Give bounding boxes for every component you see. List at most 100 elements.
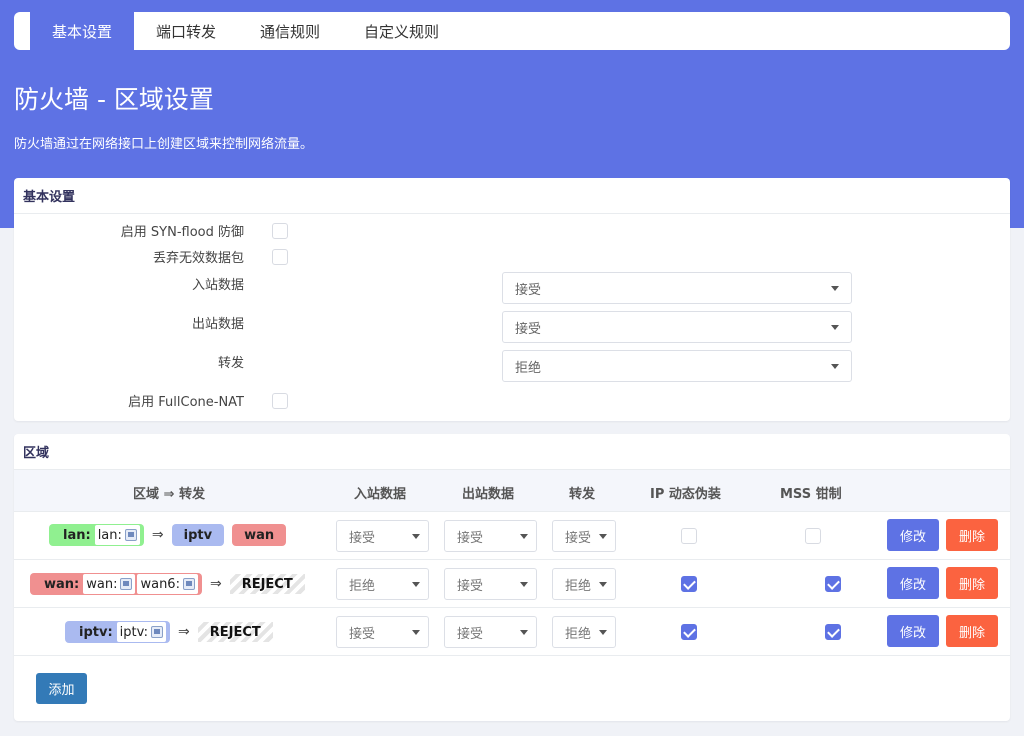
zones-header: 区域 [14, 434, 1010, 470]
delete-button[interactable]: 删除 [946, 567, 998, 599]
tab-basic-settings[interactable]: 基本设置 [30, 12, 135, 50]
drop-invalid-label: 丢弃无效数据包 [152, 251, 244, 266]
network-port-icon [120, 578, 133, 590]
zone-input-select[interactable]: 拒绝 [336, 568, 429, 600]
output-policy-select[interactable]: 接受 [502, 311, 852, 343]
col-mss-clamping: MSS 钳制 [780, 487, 842, 502]
zone-forward-select[interactable]: 接受 [552, 520, 616, 552]
col-masquerade: IP 动态伪装 [650, 487, 721, 502]
select-value: 接受 [457, 626, 484, 642]
fullcone-label: 启用 FullCone-NAT [128, 395, 244, 410]
zone-input-select[interactable]: 接受 [336, 616, 429, 648]
output-policy-row: 出站数据 接受 [14, 311, 1010, 343]
zone-output-select[interactable]: 接受 [444, 520, 537, 552]
chevron-down-icon [412, 582, 420, 587]
col-output: 出站数据 [462, 487, 515, 502]
edit-button[interactable]: 修改 [887, 615, 939, 647]
syn-flood-label: 启用 SYN-flood 防御 [120, 225, 244, 240]
chevron-down-icon [412, 630, 420, 635]
device-label: lan: [97, 527, 122, 543]
select-value: 接受 [565, 530, 592, 546]
select-value: 接受 [349, 626, 376, 642]
zone-name: lan: [63, 527, 91, 543]
network-port-icon [182, 578, 195, 590]
forward-arrow-icon: ⇒ [209, 576, 222, 592]
forward-policy-value: 拒绝 [515, 360, 542, 376]
forward-policy-select[interactable]: 拒绝 [502, 350, 852, 382]
drop-invalid-checkbox[interactable] [272, 248, 288, 265]
input-policy-select[interactable]: 接受 [502, 272, 852, 304]
input-policy-value: 接受 [515, 282, 542, 298]
masquerade-checkbox[interactable] [681, 528, 697, 544]
col-zone-forward: 区域 ⇒ 转发 [133, 487, 205, 502]
mss-clamping-checkbox[interactable] [825, 624, 842, 640]
forward-policy-label: 转发 [217, 356, 244, 371]
zone-name: iptv: [79, 624, 113, 640]
table-row: wan: wan: wan6: ⇒ REJECT 拒绝 接受 拒绝 修改 删除 [14, 560, 1010, 608]
tab-custom-rules[interactable]: 自定义规则 [342, 12, 461, 50]
table-row: lan: lan: ⇒ iptv wan 接受 接受 接受 修改 删除 [14, 512, 1010, 560]
zone-output-select[interactable]: 接受 [444, 616, 537, 648]
fullcone-checkbox[interactable] [272, 392, 288, 409]
page-description: 防火墙通过在网络接口上创建区域来控制网络流量。 [14, 137, 314, 152]
output-policy-value: 接受 [515, 321, 542, 337]
select-value: 拒绝 [349, 578, 376, 594]
zone-tag-lan: lan: lan: [49, 524, 144, 546]
zone-forward-cell: lan: lan: ⇒ iptv wan [49, 524, 287, 546]
zone-name: wan: [44, 576, 80, 592]
select-value: 拒绝 [565, 578, 592, 594]
chevron-down-icon [599, 582, 607, 587]
reject-badge: REJECT [229, 574, 305, 594]
select-value: 接受 [457, 578, 484, 594]
network-port-icon [124, 529, 137, 541]
mss-clamping-checkbox[interactable] [825, 576, 842, 592]
edit-button[interactable]: 修改 [887, 567, 939, 599]
col-input: 入站数据 [354, 487, 407, 502]
forward-arrow-icon: ⇒ [177, 624, 190, 640]
input-policy-label: 入站数据 [191, 278, 244, 293]
zone-device: wan: [83, 574, 136, 594]
device-label: wan6: [140, 576, 180, 592]
edit-button[interactable]: 修改 [887, 519, 939, 551]
mss-clamping-checkbox[interactable] [805, 528, 821, 544]
delete-button[interactable]: 删除 [946, 615, 998, 647]
chevron-down-icon [831, 325, 839, 330]
zones-card: 区域 区域 ⇒ 转发 入站数据 出站数据 转发 IP 动态伪装 MSS 钳制 l… [14, 434, 1010, 721]
dest-tag-wan: wan [232, 524, 287, 546]
masquerade-checkbox[interactable] [681, 576, 697, 592]
zone-device: lan: [94, 525, 140, 545]
zone-forward-select[interactable]: 拒绝 [552, 616, 616, 648]
zone-forward-select[interactable]: 拒绝 [552, 568, 616, 600]
input-policy-row: 入站数据 接受 [14, 272, 1010, 304]
delete-button[interactable]: 删除 [946, 519, 998, 551]
add-zone-button[interactable]: 添加 [36, 673, 87, 704]
tab-traffic-rules[interactable]: 通信规则 [238, 12, 342, 50]
device-label: iptv: [119, 624, 148, 640]
select-value: 接受 [349, 530, 376, 546]
chevron-down-icon [520, 582, 528, 587]
zone-output-select[interactable]: 接受 [444, 568, 537, 600]
masquerade-checkbox[interactable] [681, 624, 697, 640]
zone-forward-cell: iptv: iptv: ⇒ REJECT [65, 621, 273, 643]
zone-device: wan6: [137, 574, 198, 594]
zones-table-header: 区域 ⇒ 转发 入站数据 出站数据 转发 IP 动态伪装 MSS 钳制 [14, 470, 1010, 512]
chevron-down-icon [599, 630, 607, 635]
zone-input-select[interactable]: 接受 [336, 520, 429, 552]
device-label: wan: [86, 576, 118, 592]
zone-device: iptv: [116, 622, 166, 642]
tab-port-forward[interactable]: 端口转发 [134, 12, 238, 50]
zone-tag-wan: wan: wan: wan6: [30, 573, 202, 595]
table-row: iptv: iptv: ⇒ REJECT 接受 接受 拒绝 修改 删除 [14, 608, 1010, 656]
select-value: 拒绝 [565, 626, 592, 642]
basic-settings-card: 基本设置 启用 SYN-flood 防御 丢弃无效数据包 入站数据 接受 出站数… [14, 178, 1010, 421]
forward-policy-row: 转发 拒绝 [14, 350, 1010, 382]
chevron-down-icon [412, 534, 420, 539]
chevron-down-icon [599, 534, 607, 539]
basic-settings-header: 基本设置 [14, 178, 1010, 214]
zone-forward-cell: wan: wan: wan6: ⇒ REJECT [30, 573, 305, 595]
syn-flood-checkbox[interactable] [272, 222, 288, 239]
forward-arrow-icon: ⇒ [151, 527, 164, 543]
tab-bar: 基本设置 端口转发 通信规则 自定义规则 [14, 12, 1010, 50]
drop-invalid-row: 丢弃无效数据包 [14, 247, 1010, 266]
zone-tag-iptv: iptv: iptv: [65, 621, 170, 643]
